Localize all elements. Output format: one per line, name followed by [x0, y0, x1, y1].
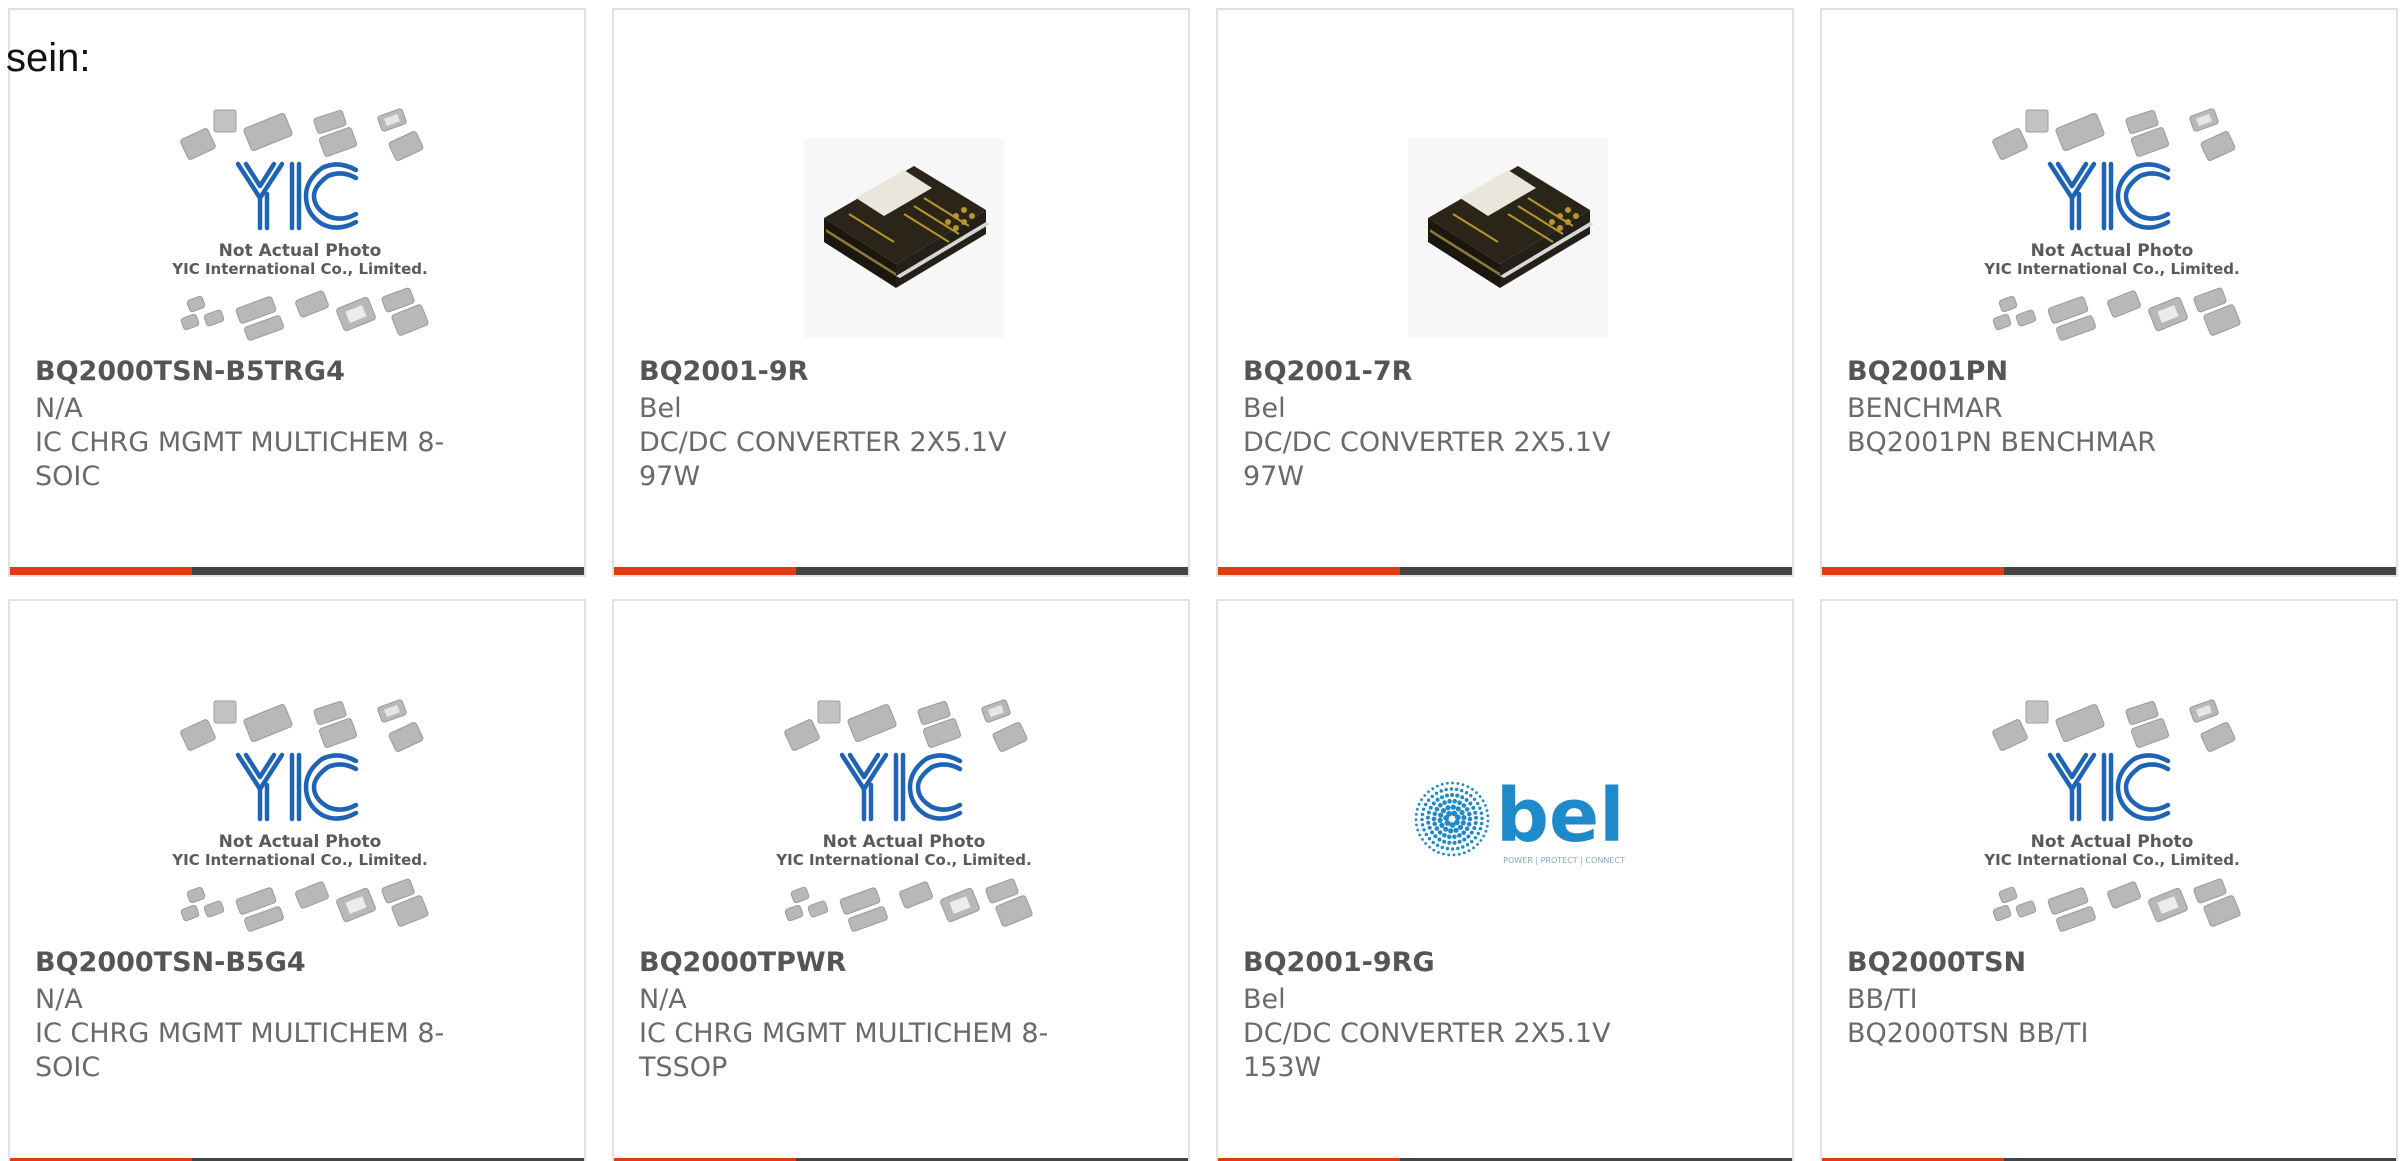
- card-accent-bar: [10, 567, 584, 575]
- description: BQ2000TSN BB/TI: [1847, 1018, 2089, 1049]
- product-card[interactable]: bel POWER | PROTECT | CONNECT BQ2001-9RG…: [1216, 599, 1794, 1161]
- part-number-link[interactable]: BQ2001-9R: [639, 356, 808, 387]
- product-photo[interactable]: [1368, 98, 1648, 358]
- product-card[interactable]: Not Actual Photo YIC International Co., …: [1820, 8, 2398, 577]
- manufacturer: Bel: [1243, 393, 1286, 424]
- card-accent-bar: [1218, 567, 1792, 575]
- not-actual-photo-placeholder[interactable]: Not Actual Photo YIC International Co., …: [1972, 689, 2252, 949]
- card-accent-highlight: [1218, 567, 1400, 575]
- placeholder-line2: YIC International Co., Limited.: [171, 851, 427, 869]
- part-number-link[interactable]: BQ2001PN: [1847, 356, 2008, 387]
- manufacturer: Bel: [639, 393, 682, 424]
- manufacturer: BB/TI: [1847, 984, 1918, 1015]
- bel-tagline: POWER | PROTECT | CONNECT: [1503, 856, 1625, 865]
- placeholder-line2: YIC International Co., Limited.: [1983, 260, 2239, 278]
- not-actual-photo-placeholder[interactable]: Not Actual Photo YIC International Co., …: [1972, 98, 2252, 358]
- part-number-link[interactable]: BQ2001-7R: [1243, 356, 1412, 387]
- placeholder-line1: Not Actual Photo: [219, 241, 382, 261]
- placeholder-line1: Not Actual Photo: [2031, 241, 2194, 261]
- part-number-link[interactable]: BQ2001-9RG: [1243, 947, 1435, 978]
- manufacturer: N/A: [35, 393, 83, 424]
- placeholder-line1: Not Actual Photo: [823, 832, 986, 852]
- placeholder-line1: Not Actual Photo: [2031, 832, 2194, 852]
- manufacturer: Bel: [1243, 984, 1286, 1015]
- description: DC/DC CONVERTER 2X5.1V 153W: [1243, 1018, 1611, 1083]
- placeholder-line2: YIC International Co., Limited.: [1983, 851, 2239, 869]
- product-card[interactable]: Not Actual Photo YIC International Co., …: [8, 599, 586, 1161]
- part-number-link[interactable]: BQ2000TSN-B5TRG4: [35, 356, 345, 387]
- product-card[interactable]: BQ2001-9R Bel DC/DC CONVERTER 2X5.1V 97W: [612, 8, 1190, 577]
- not-actual-photo-placeholder[interactable]: Not Actual Photo YIC International Co., …: [160, 689, 440, 949]
- description: DC/DC CONVERTER 2X5.1V 97W: [639, 427, 1007, 492]
- placeholder-line1: Not Actual Photo: [219, 832, 382, 852]
- product-card[interactable]: Not Actual Photo YIC International Co., …: [8, 8, 586, 577]
- not-actual-photo-placeholder[interactable]: Not Actual Photo YIC International Co., …: [160, 98, 440, 358]
- product-photo[interactable]: [764, 98, 1044, 358]
- card-accent-highlight: [1822, 567, 2004, 575]
- description: IC CHRG MGMT MULTICHEM 8-SOIC: [35, 427, 445, 492]
- product-grid-page: sein: Not Actual Photo YIC International…: [0, 0, 2400, 1161]
- description: IC CHRG MGMT MULTICHEM 8-TSSOP: [639, 1018, 1049, 1083]
- part-number-link[interactable]: BQ2000TPWR: [639, 947, 846, 978]
- product-card[interactable]: Not Actual Photo YIC International Co., …: [612, 599, 1190, 1161]
- heading-fragment: sein:: [6, 36, 91, 80]
- manufacturer: BENCHMAR: [1847, 393, 2003, 424]
- part-number-link[interactable]: BQ2000TSN-B5G4: [35, 947, 306, 978]
- not-actual-photo-placeholder[interactable]: Not Actual Photo YIC International Co., …: [764, 689, 1044, 949]
- product-grid: Not Actual Photo YIC International Co., …: [0, 0, 2400, 1161]
- manufacturer: N/A: [639, 984, 687, 1015]
- product-card[interactable]: BQ2001-7R Bel DC/DC CONVERTER 2X5.1V 97W: [1216, 8, 1794, 577]
- placeholder-line2: YIC International Co., Limited.: [775, 851, 1031, 869]
- bel-word: bel: [1496, 773, 1625, 859]
- manufacturer: N/A: [35, 984, 83, 1015]
- card-accent-highlight: [614, 567, 796, 575]
- placeholder-line2: YIC International Co., Limited.: [171, 260, 427, 278]
- card-accent-highlight: [10, 567, 192, 575]
- bel-logo-image[interactable]: bel POWER | PROTECT | CONNECT: [1368, 689, 1648, 949]
- card-accent-bar: [1822, 567, 2396, 575]
- part-number-link[interactable]: BQ2000TSN: [1847, 947, 2026, 978]
- description: BQ2001PN BENCHMAR: [1847, 427, 2157, 458]
- product-card[interactable]: Not Actual Photo YIC International Co., …: [1820, 599, 2398, 1161]
- description: IC CHRG MGMT MULTICHEM 8-SOIC: [35, 1018, 445, 1083]
- card-accent-bar: [614, 567, 1188, 575]
- description: DC/DC CONVERTER 2X5.1V 97W: [1243, 427, 1611, 492]
